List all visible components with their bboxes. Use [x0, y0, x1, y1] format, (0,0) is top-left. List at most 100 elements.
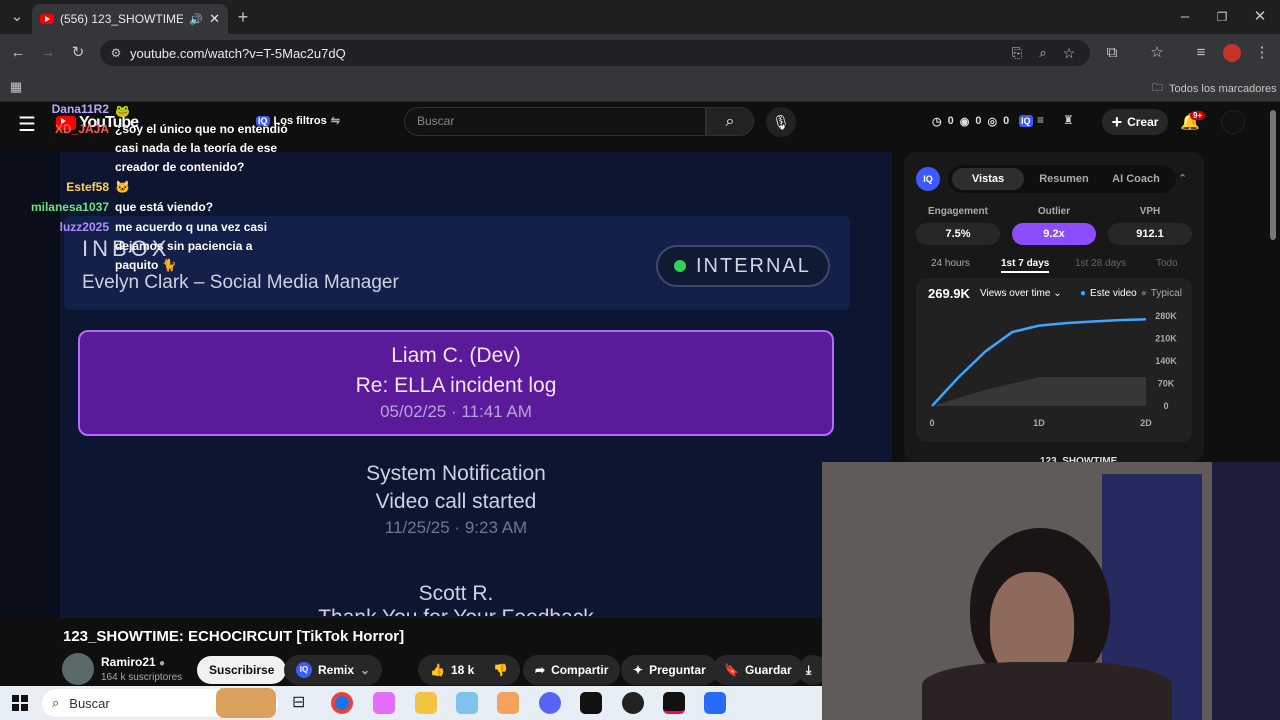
iq-extension-icon[interactable]: IQ: [1019, 115, 1033, 127]
remix-button[interactable]: IQ Remix ⌄: [284, 655, 383, 685]
file-explorer-icon[interactable]: [415, 692, 437, 714]
range-1st-7-days[interactable]: 1st 7 days: [1001, 258, 1050, 273]
zoom-icon[interactable]: ⌕: [1032, 42, 1054, 64]
message-time: 05/02/25 · 11:41 AM: [380, 402, 532, 421]
apps-icon[interactable]: ▦: [5, 76, 27, 98]
range-24-hours[interactable]: 24 hours: [931, 258, 970, 269]
close-tab-icon[interactable]: ✕: [209, 11, 220, 27]
search-icon[interactable]: ⌕: [706, 107, 754, 136]
microphone-icon[interactable]: 🎙: [766, 107, 796, 137]
speaker-icon[interactable]: 🔊: [189, 13, 203, 26]
bookmarks-icon[interactable]: ☆: [1146, 42, 1168, 64]
all-bookmarks-button[interactable]: 🗀 Todos los marcadores: [1152, 79, 1277, 98]
tiktok-icon[interactable]: [663, 692, 685, 714]
chat-message: 🐱: [115, 180, 130, 194]
install-icon[interactable]: ⎘: [1006, 42, 1028, 64]
green-status-dot: [674, 260, 686, 272]
plus-icon: +: [1111, 111, 1123, 132]
star-icon[interactable]: ☆: [1058, 42, 1080, 64]
list-icon[interactable]: ≡: [1037, 113, 1044, 127]
subscribe-button[interactable]: Suscribirse: [197, 656, 287, 684]
video-title: 123_SHOWTIME: ECHOCIRCUIT [TikTok Horror…: [63, 628, 405, 645]
y-tick-label: 70K: [1158, 379, 1175, 389]
roblox-icon[interactable]: [704, 692, 726, 714]
tab-search-icon[interactable]: ⌄: [6, 6, 28, 28]
views-dropdown[interactable]: Views over time ⌄: [980, 288, 1062, 299]
channel-avatar[interactable]: [62, 653, 94, 685]
media-control-icon[interactable]: ≡: [1190, 42, 1212, 64]
legend-dot-icon: ●: [1140, 288, 1147, 299]
notepad-icon[interactable]: [456, 692, 478, 714]
save-label: Guardar: [744, 663, 792, 677]
address-bar[interactable]: ⚙ youtube.com/watch?v=T-5Mac2u7dQ ⎘ ⌕ ☆: [100, 40, 1090, 66]
close-window-icon[interactable]: ✕: [1249, 6, 1271, 28]
copilot-icon[interactable]: [373, 692, 395, 714]
verified-icon: ●: [159, 658, 166, 669]
internal-badge: INTERNAL: [656, 245, 830, 287]
metric-value-vph: 912.1: [1108, 223, 1192, 245]
range-todo[interactable]: Todo: [1156, 258, 1178, 269]
legend-este-video: Este video: [1090, 288, 1137, 299]
message-time: 11/25/25 · 9:23 AM: [384, 518, 528, 537]
bookmarks-bar: ▦ 🗀 Todos los marcadores: [0, 72, 1280, 102]
channel-name-row[interactable]: Ramiro21 ●: [101, 655, 165, 669]
message-from: Liam C. (Dev): [391, 344, 521, 367]
windows-start-icon[interactable]: [12, 695, 28, 711]
reload-icon[interactable]: ↻: [67, 42, 89, 64]
share-label: Compartir: [551, 663, 609, 677]
create-button[interactable]: + Crear: [1102, 109, 1168, 135]
counter-1: 0: [947, 115, 954, 127]
chrome-icon[interactable]: [331, 692, 353, 714]
extensions-icon[interactable]: ⧉: [1101, 42, 1123, 64]
trophy-icon[interactable]: ♜: [1063, 113, 1074, 127]
ask-button[interactable]: ✦ Preguntar: [621, 655, 718, 685]
tab-resumen[interactable]: Resumen: [1028, 168, 1100, 190]
eye-icon: ◉: [959, 116, 970, 128]
metric-label: Engagement: [927, 206, 988, 217]
tab-title: (556) 123_SHOWTIME: ECHO: [60, 12, 184, 26]
capcut-icon[interactable]: [580, 692, 602, 714]
chevron-down-icon: ⌄: [1053, 288, 1062, 299]
forward-icon[interactable]: →: [37, 42, 59, 64]
vidiq-logo-icon: IQ: [916, 167, 940, 191]
y-tick-label: 210K: [1155, 334, 1177, 344]
iq-remix-icon: IQ: [296, 662, 312, 678]
browser-tab[interactable]: (556) 123_SHOWTIME: ECHO 🔊 ✕: [32, 4, 228, 34]
message-subject: Video call started: [375, 490, 537, 513]
save-button[interactable]: 🔖 Guardar: [712, 655, 804, 685]
tab-vistas[interactable]: Vistas: [952, 168, 1024, 190]
metric-value-engagement: 7.5%: [916, 223, 1000, 245]
obs-icon[interactable]: [622, 692, 644, 714]
search-input[interactable]: Buscar: [404, 107, 706, 136]
profile-icon[interactable]: [1223, 44, 1241, 62]
page-scrollbar[interactable]: [1270, 110, 1276, 240]
site-info-icon[interactable]: ⚙: [105, 42, 127, 64]
new-tab-icon[interactable]: +: [232, 6, 254, 28]
metric-label: VPH: [1139, 206, 1161, 217]
dislike-button[interactable]: 👎: [481, 655, 520, 685]
chat-username: milanesa1037: [30, 200, 109, 214]
create-label: Crear: [1127, 115, 1159, 129]
account-avatar[interactable]: [1221, 110, 1245, 134]
y-tick-label: 140K: [1155, 356, 1177, 366]
message-from: System Notification: [366, 462, 546, 485]
share-button[interactable]: ➦ Compartir: [523, 655, 621, 685]
chat-username: Estef58: [66, 180, 109, 194]
webcam-curtain-dark: [1212, 462, 1280, 720]
minimize-icon[interactable]: –: [1174, 6, 1196, 28]
message-subject: Re: ELLA incident log: [355, 374, 557, 397]
media-player-icon[interactable]: [497, 692, 519, 714]
range-1st-28-days[interactable]: 1st 28 days: [1075, 258, 1126, 269]
chat-username: Dana11R2: [51, 102, 109, 116]
menu-icon[interactable]: ⋮: [1251, 42, 1273, 64]
task-view-icon[interactable]: ⊟: [292, 692, 305, 712]
tab-ai-coach[interactable]: AI Coach: [1100, 168, 1172, 190]
views-total: 269.9K: [928, 286, 970, 301]
video-message-item: Scott R. Thank You for Your Feedback: [78, 582, 834, 616]
restore-icon[interactable]: ❐: [1211, 6, 1233, 28]
y-tick-label: 0: [1163, 401, 1168, 411]
back-icon[interactable]: ←: [7, 42, 29, 64]
collapse-chevron-icon[interactable]: ⌃: [1178, 172, 1187, 185]
discord-icon[interactable]: [539, 692, 561, 714]
like-button[interactable]: 👍 18 k: [418, 655, 487, 685]
